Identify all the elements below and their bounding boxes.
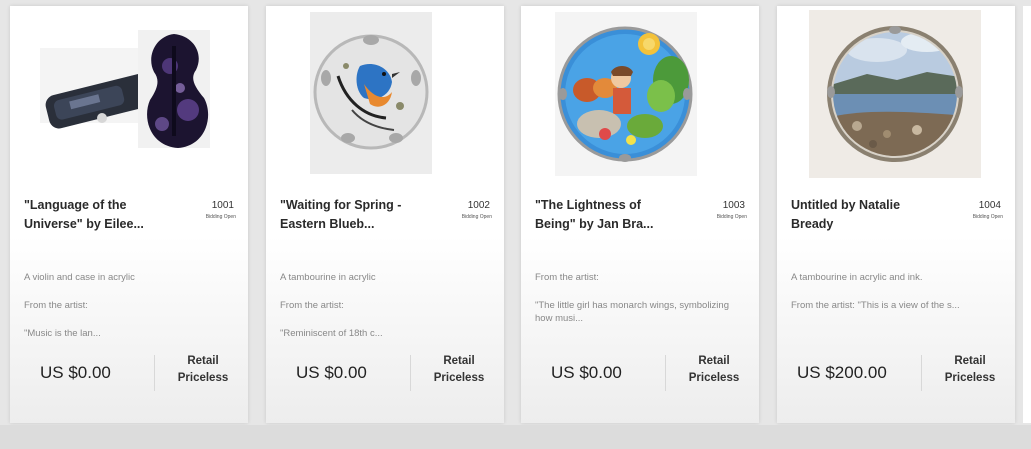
girl-tambourine-image[interactable]: [521, 6, 759, 181]
lot-number: 1004: [978, 200, 1001, 211]
retail-value: Retail Priceless: [679, 353, 749, 387]
lot-description-line: A tambourine in acrylic and ink.: [791, 272, 923, 283]
lot-title[interactable]: "Language of the Universe" by Eilee...: [24, 196, 162, 234]
lot-number: 1001: [211, 200, 234, 211]
retail-amount: Priceless: [944, 372, 996, 384]
retail-value: Retail Priceless: [935, 353, 1005, 387]
retail-label: Retail: [954, 355, 986, 367]
retail-label: Retail: [698, 355, 730, 367]
retail-label: Retail: [187, 355, 219, 367]
divider: [921, 355, 922, 391]
lot-description-line: "Music is the lan...: [24, 328, 101, 339]
current-bid-price: US $200.00: [797, 363, 887, 382]
lot-card-1003[interactable]: "The Lightness of Being" by Jan Bra... 1…: [521, 6, 759, 423]
bluebird-tambourine-image[interactable]: [266, 6, 504, 181]
next-card-edge: [1023, 6, 1031, 423]
violin-artwork-image[interactable]: [10, 6, 248, 181]
retail-amount: Priceless: [688, 372, 740, 384]
current-bid-price: US $0.00: [40, 363, 111, 382]
lot-description-line: A tambourine in acrylic: [280, 272, 376, 283]
lot-description-line: From the artist: "This is a view of the …: [791, 300, 960, 311]
retail-value: Retail Priceless: [168, 353, 238, 387]
lot-description-line: "The little girl has monarch wings, symb…: [535, 300, 729, 324]
lot-title[interactable]: Untitled by Natalie Bready: [791, 196, 929, 234]
divider: [665, 355, 666, 391]
bidding-status: Bidding Open: [461, 214, 492, 220]
bidding-status: Bidding Open: [205, 214, 236, 220]
lot-card-1002[interactable]: "Waiting for Spring - Eastern Blueb... 1…: [266, 6, 504, 423]
lower-panel: [0, 425, 1031, 449]
lot-title[interactable]: "Waiting for Spring - Eastern Blueb...: [280, 196, 418, 234]
lot-description-line: A violin and case in acrylic: [24, 272, 135, 283]
current-bid-price: US $0.00: [551, 363, 622, 382]
divider: [410, 355, 411, 391]
retail-amount: Priceless: [177, 372, 229, 384]
retail-value: Retail Priceless: [424, 353, 494, 387]
lot-description-line: From the artist:: [535, 272, 599, 283]
retail-amount: Priceless: [433, 372, 485, 384]
bidding-status: Bidding Open: [716, 214, 747, 220]
bidding-status: Bidding Open: [972, 214, 1003, 220]
current-bid-price: US $0.00: [296, 363, 367, 382]
lot-description-line: "Reminiscent of 18th c...: [280, 328, 383, 339]
divider: [154, 355, 155, 391]
lot-card-1001[interactable]: "Language of the Universe" by Eilee... 1…: [10, 6, 248, 423]
lot-card-1004[interactable]: Untitled by Natalie Bready 1004 Bidding …: [777, 6, 1015, 423]
auction-grid: "Language of the Universe" by Eilee... 1…: [0, 0, 1031, 449]
lot-number: 1003: [722, 200, 745, 211]
lot-title[interactable]: "The Lightness of Being" by Jan Bra...: [535, 196, 673, 234]
seascape-tambourine-image[interactable]: [777, 6, 1015, 181]
lot-description-line: From the artist:: [24, 300, 88, 311]
lot-number: 1002: [467, 200, 490, 211]
lot-description-line: From the artist:: [280, 300, 344, 311]
retail-label: Retail: [443, 355, 475, 367]
